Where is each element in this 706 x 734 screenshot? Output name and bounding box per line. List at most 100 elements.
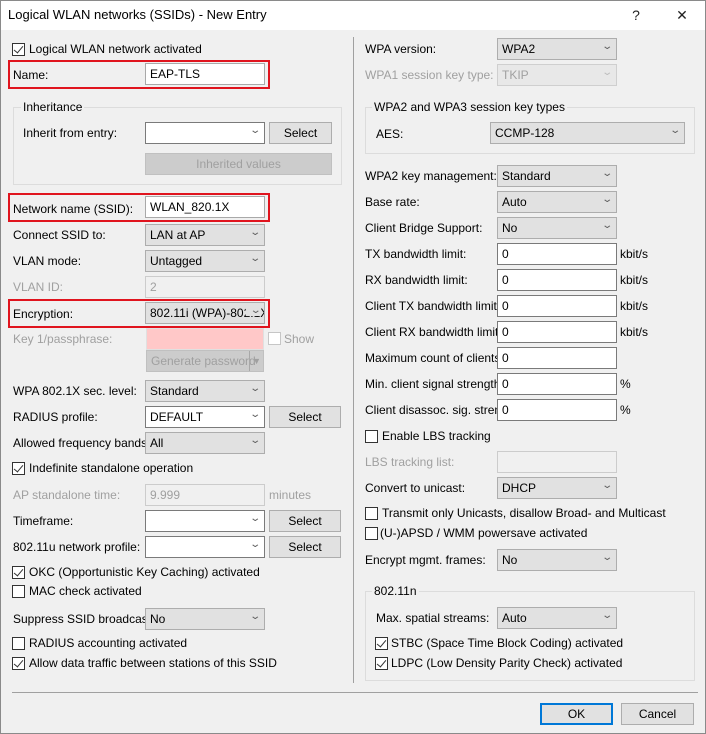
client-tx-limit-unit: kbit/s [620, 299, 649, 313]
okc-checkbox[interactable] [12, 566, 25, 579]
radius-select-label: Select [288, 410, 322, 424]
client-rx-limit-input[interactable]: 0 [497, 321, 617, 343]
chevron-down-icon: ⌄ [600, 194, 613, 205]
connect-ssid-select[interactable]: LAN at AP ⌄ [145, 224, 265, 246]
wpa-version-label: WPA version: [365, 42, 437, 56]
inherited-values-button[interactable]: Inherited values [145, 153, 332, 175]
key-label: Key 1/passphrase: [13, 332, 113, 346]
client-tx-limit-input[interactable]: 0 [497, 295, 617, 317]
timeframe-select-label: Select [288, 514, 322, 528]
vlan-mode-label: VLAN mode: [13, 254, 82, 268]
chevron-down-icon: ⌄ [668, 125, 681, 136]
radius-accounting-checkbox[interactable] [12, 637, 25, 650]
radius-select-button[interactable]: Select [269, 406, 341, 428]
key-input[interactable] [146, 328, 264, 350]
chevron-down-icon: ⌄ [600, 480, 613, 491]
wpa-sec-level-value: Standard [150, 384, 199, 398]
generate-password-button[interactable]: Generate password ▼ [146, 350, 264, 372]
wpa1-key-type-value: TKIP [502, 68, 529, 82]
disassoc-signal-label: Client disassoc. sig. strength [365, 403, 518, 417]
lbs-list-input[interactable] [497, 451, 617, 473]
help-icon[interactable]: ? [621, 4, 651, 26]
suppress-ssid-select[interactable]: No ⌄ [145, 608, 265, 630]
unicast-only-checkbox[interactable] [365, 507, 378, 520]
lbs-tracking-checkbox[interactable] [365, 430, 378, 443]
wpa1-key-type-label: WPA1 session key type: [365, 68, 494, 82]
inherit-select-button[interactable]: Select [269, 122, 332, 144]
encrypt-mgmt-select[interactable]: No ⌄ [497, 549, 617, 571]
connect-ssid-value: LAN at AP [150, 228, 206, 242]
chevron-down-icon: ⌄ [600, 168, 613, 179]
stbc-label: STBC (Space Time Block Coding) activated [391, 636, 624, 650]
base-rate-value: Auto [502, 195, 527, 209]
min-signal-label: Min. client signal strength: [365, 377, 504, 391]
chevron-down-icon: ⌄ [245, 305, 262, 316]
client-bridge-select[interactable]: No ⌄ [497, 217, 617, 239]
tx-limit-input[interactable]: 0 [497, 243, 617, 265]
disassoc-signal-input[interactable]: 0 [497, 399, 617, 421]
chevron-down-icon: ⌄ [248, 125, 261, 136]
profile-80211u-select[interactable]: ⌄ [145, 536, 265, 558]
wpa-version-value: WPA2 [502, 42, 536, 56]
wpa-version-select[interactable]: WPA2 ⌄ [497, 38, 617, 60]
lbs-tracking-label: Enable LBS tracking [382, 429, 491, 443]
inherit-from-select[interactable]: ⌄ [145, 122, 265, 144]
wpa1-key-type-select[interactable]: TKIP ⌄ [497, 64, 617, 86]
encryption-label: Encryption: [13, 307, 74, 321]
radius-profile-value: DEFAULT [150, 410, 204, 424]
spatial-streams-select[interactable]: Auto ⌄ [497, 607, 617, 629]
spatial-streams-value: Auto [502, 611, 527, 625]
ap-standalone-time-unit: minutes [269, 488, 312, 502]
radius-profile-select[interactable]: DEFAULT ⌄ [145, 406, 265, 428]
ldpc-checkbox[interactable] [375, 657, 388, 670]
encryption-select[interactable]: 802.11i (WPA)-802.1X ⌄ [145, 302, 265, 324]
profile-80211u-label: 802.11u network profile: [13, 540, 141, 554]
aes-select[interactable]: CCMP-128 ⌄ [490, 122, 685, 144]
ssid-input[interactable]: WLAN_820.1X [145, 196, 265, 218]
window-title: Logical WLAN networks (SSIDs) - New Entr… [8, 7, 267, 22]
convert-unicast-select[interactable]: DHCP ⌄ [497, 477, 617, 499]
inherited-values-label: Inherited values [196, 157, 281, 171]
apsd-checkbox[interactable] [365, 527, 378, 540]
wpa-sec-level-select[interactable]: Standard ⌄ [145, 380, 265, 402]
inheritance-title: Inheritance [21, 100, 85, 114]
wpa2-key-mgmt-value: Standard [502, 169, 551, 183]
ok-button[interactable]: OK [540, 703, 613, 725]
min-signal-input[interactable]: 0 [497, 373, 617, 395]
client-rx-limit-unit: kbit/s [620, 325, 649, 339]
aes-value: CCMP-128 [495, 126, 555, 140]
cancel-button[interactable]: Cancel [621, 703, 694, 725]
profile-80211u-select-label: Select [288, 540, 322, 554]
freq-bands-value: All [150, 436, 164, 450]
rx-limit-input[interactable]: 0 [497, 269, 617, 291]
wlan-activated-checkbox[interactable] [12, 43, 25, 56]
timeframe-select-button[interactable]: Select [269, 510, 341, 532]
vlan-id-input[interactable]: 2 [145, 276, 265, 298]
freq-bands-select[interactable]: All ⌄ [145, 432, 265, 454]
apsd-label: (U-)APSD / WMM powersave activated [380, 526, 588, 540]
cancel-label: Cancel [638, 707, 677, 721]
dropdown-arrow-icon: ▼ [249, 351, 261, 371]
mac-check-checkbox[interactable] [12, 585, 25, 598]
freq-bands-label: Allowed frequency bands: [13, 436, 151, 450]
ldpc-label: LDPC (Low Density Parity Check) activate… [391, 656, 623, 670]
chevron-down-icon: ⌄ [248, 435, 261, 446]
base-rate-select[interactable]: Auto ⌄ [497, 191, 617, 213]
wpa2-key-mgmt-select[interactable]: Standard ⌄ [497, 165, 617, 187]
stbc-checkbox[interactable] [375, 637, 388, 650]
max-clients-input[interactable]: 0 [497, 347, 617, 369]
max-clients-label: Maximum count of clients: [365, 351, 504, 365]
close-icon[interactable]: ✕ [667, 4, 697, 26]
profile-80211u-select-button[interactable]: Select [269, 536, 341, 558]
inherit-select-label: Select [283, 126, 318, 140]
aes-label: AES: [376, 127, 404, 141]
vlan-mode-select[interactable]: Untagged ⌄ [145, 250, 265, 272]
timeframe-select[interactable]: ⌄ [145, 510, 265, 532]
allow-traffic-checkbox[interactable] [12, 657, 25, 670]
ap-standalone-time-input[interactable]: 9.999 [145, 484, 265, 506]
spatial-streams-label: Max. spatial streams: [376, 611, 490, 625]
show-key-checkbox[interactable] [268, 332, 281, 345]
name-input[interactable]: EAP-TLS [145, 63, 265, 85]
standalone-checkbox[interactable] [12, 462, 25, 475]
radius-profile-label: RADIUS profile: [13, 410, 98, 424]
